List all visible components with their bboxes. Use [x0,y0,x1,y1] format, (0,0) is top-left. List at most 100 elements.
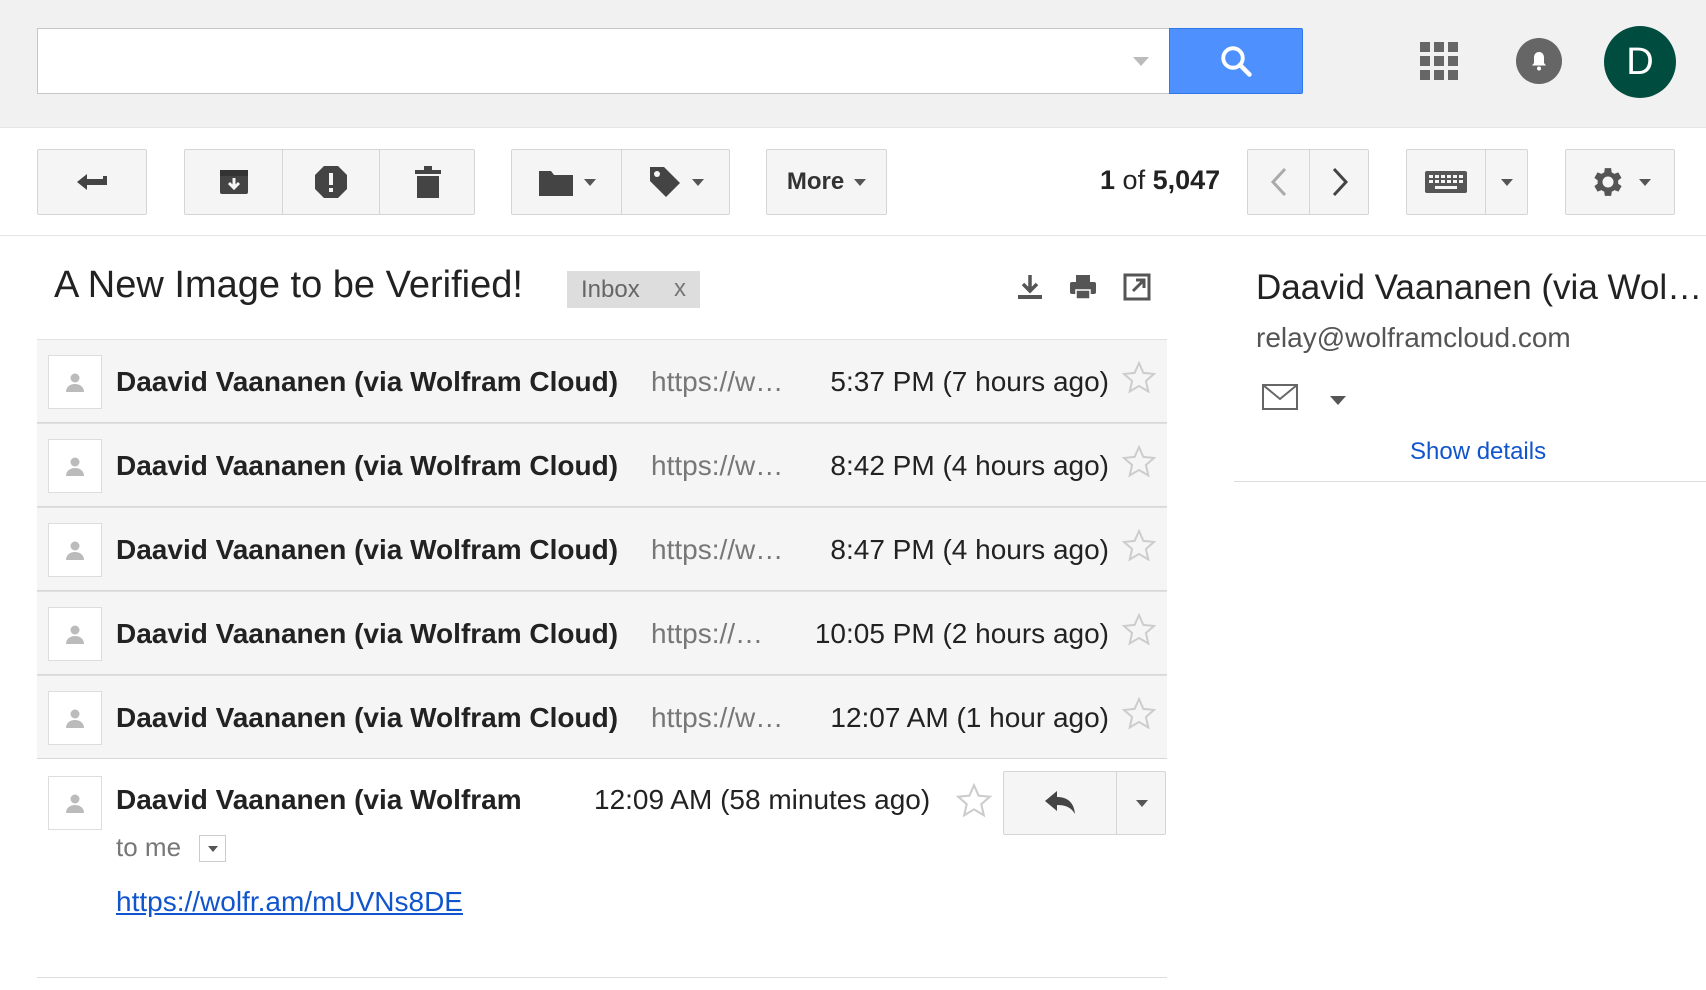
avatar-letter: D [1626,40,1654,83]
download-icon[interactable] [1015,272,1045,302]
settings-button[interactable] [1565,149,1675,215]
row-time: 12:07 AM (1 hour ago) [830,702,1109,733]
star-icon[interactable] [1121,528,1157,564]
label-text: Inbox [581,275,640,303]
move-label-group [511,149,730,215]
archive-icon [219,170,248,194]
sender-avatar [48,776,102,830]
person-icon [66,373,84,392]
search-options-caret-icon[interactable] [1133,57,1149,66]
print-icon[interactable] [1068,272,1098,302]
input-tools-dropdown[interactable] [1485,150,1529,214]
sender-avatar [48,355,102,409]
email-subject: A New Image to be Verified! [54,264,523,306]
counter-current: 1 [1100,165,1116,195]
thread-row[interactable]: Daavid Vaananen (via Wolfram Cloud) https… [37,675,1167,759]
apps-grid-icon[interactable] [1420,42,1458,80]
top-header: D [0,0,1706,128]
row-time: 10:05 PM (2 hours ago) [814,618,1109,649]
counter-total: 5,047 [1152,165,1221,195]
input-tools-group [1406,149,1528,215]
recipient-line: to me [116,832,182,862]
contact-email: relay@wolframcloud.com [1256,322,1571,353]
report-spam-button[interactable] [282,150,379,214]
show-details-link[interactable]: Show details [1410,438,1546,466]
remove-label-button[interactable]: x [674,275,686,303]
sender-avatar [48,607,102,661]
expanded-sender[interactable]: Daavid Vaananen (via Wolfram [116,784,522,816]
chevron-left-icon [1270,167,1286,197]
row-snippet: https://w… [651,366,784,397]
row-snippet: https://w… [651,450,784,481]
message-body-link[interactable]: https://wolfr.am/mUVNs8DE [116,886,463,918]
star-icon[interactable] [1121,444,1157,480]
more-button[interactable]: More [766,149,887,215]
sender-avatar [48,439,102,493]
contact-name: Daavid Vaananen (via Wol… [1256,268,1703,307]
person-icon [66,794,84,813]
row-time: 8:47 PM (4 hours ago) [830,534,1109,565]
chevron-down-icon [207,845,218,852]
reply-arrow-icon [1045,791,1075,814]
mail-envelope-icon[interactable] [1262,384,1298,410]
row-snippet: https://w… [651,702,784,733]
thread-row[interactable]: Daavid Vaananen (via Wolfram Cloud) https… [37,339,1167,423]
star-icon[interactable] [955,782,993,820]
message-counter: 1 of 5,047 [1100,165,1220,196]
thread-row[interactable]: Daavid Vaananen (via Wolfram Cloud) https… [37,423,1167,507]
notifications-bell-icon[interactable] [1516,38,1562,84]
message-toolbar: More 1 of 5,047 [0,129,1706,236]
thread-list: Daavid Vaananen (via Wolfram Cloud) https… [37,339,1167,759]
contact-sidebar: Daavid Vaananen (via Wol… relay@wolframc… [1234,250,1706,482]
gear-icon [1594,168,1622,196]
expanded-time: 12:09 AM (58 minutes ago) [594,784,931,815]
sender-avatar [48,691,102,745]
reply-button[interactable] [1004,772,1116,834]
reply-button-group [1003,771,1166,835]
thread-row[interactable]: Daavid Vaananen (via Wolfram Cloud) https… [37,507,1167,591]
move-to-button[interactable] [512,150,621,214]
chevron-down-icon [692,178,704,186]
star-icon[interactable] [1121,696,1157,732]
thread-row[interactable]: Daavid Vaananen (via Wolfram Cloud) https… [37,591,1167,675]
open-new-window-icon[interactable] [1122,272,1152,302]
reply-more-dropdown[interactable] [1117,772,1167,834]
search-button[interactable] [1169,28,1303,94]
archive-button[interactable] [185,150,282,214]
search-input[interactable] [37,28,1169,94]
sender-avatar [48,523,102,577]
action-button-group [184,149,475,215]
inbox-label-badge[interactable]: Inbox x [567,271,700,308]
chevron-down-icon [583,178,596,186]
person-icon [66,457,84,476]
label-tag-icon [650,167,680,197]
contact-actions-dropdown[interactable] [1330,396,1346,405]
input-tools-button[interactable] [1407,150,1485,214]
search-icon [1221,46,1252,77]
keyboard-icon [1425,171,1467,193]
labels-button[interactable] [621,150,731,214]
chevron-down-icon [1501,178,1513,186]
chevron-down-icon [1136,799,1148,807]
folder-icon [538,171,573,196]
star-icon[interactable] [1121,360,1157,396]
show-recipient-details-button[interactable] [199,835,226,862]
newer-button[interactable] [1248,150,1309,214]
more-label: More [786,168,845,195]
chevron-down-icon [1639,178,1651,186]
row-sender: Daavid Vaananen (via Wolfram Cloud) [116,702,619,733]
row-snippet: https://w… [651,534,784,565]
back-button[interactable] [37,149,147,215]
back-arrow-icon [77,174,107,190]
row-time: 8:42 PM (4 hours ago) [830,450,1109,481]
star-icon[interactable] [1121,612,1157,648]
older-button[interactable] [1309,150,1370,214]
row-sender: Daavid Vaananen (via Wolfram Cloud) [116,534,619,565]
delete-button[interactable] [379,150,476,214]
person-icon [66,709,84,728]
expanded-message: Daavid Vaananen (via Wolfram 12:09 AM (5… [37,762,1167,978]
row-snippet: https://… [651,618,764,649]
chevron-right-icon [1332,167,1348,197]
person-icon [66,541,84,560]
account-avatar[interactable]: D [1604,26,1676,98]
